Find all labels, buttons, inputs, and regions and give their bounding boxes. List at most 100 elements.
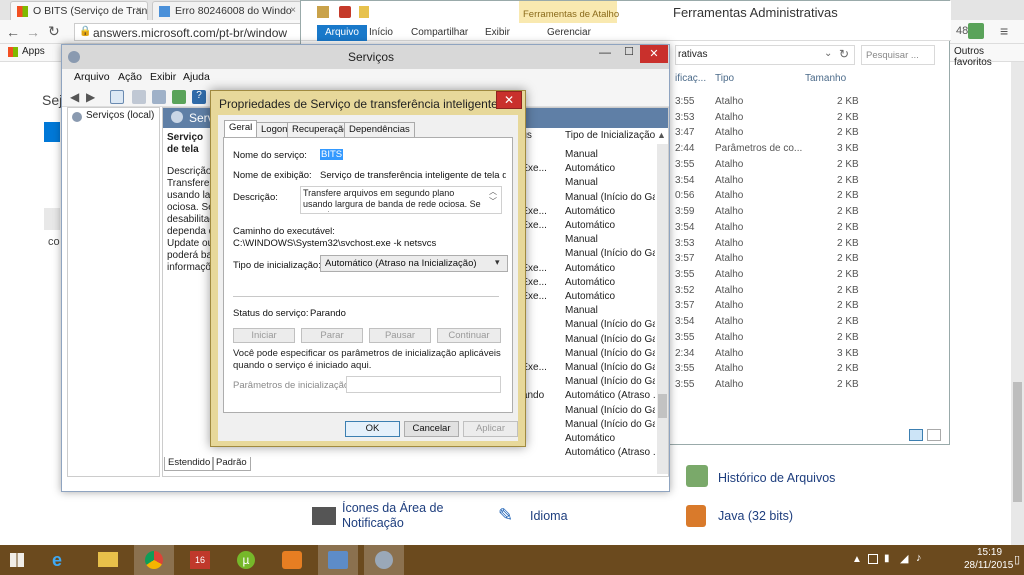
startup-type-select[interactable]: Automático (Atraso na Inicialização) ▾ (320, 255, 508, 272)
forward-arrow-icon[interactable]: → (26, 24, 40, 40)
refresh-icon[interactable] (152, 90, 166, 104)
ribbon-tab-arquivo[interactable]: Arquivo (317, 25, 367, 41)
service-row[interactable]: Manual (513, 304, 655, 318)
file-row[interactable]: 3:55 Atalho 2 KB (675, 158, 951, 174)
cancel-button[interactable]: Cancelar (404, 421, 459, 437)
file-row[interactable]: 3:47 Atalho 2 KB (675, 126, 951, 142)
cp-item-java[interactable]: Java (32 bits) (718, 509, 793, 523)
service-row[interactable]: Manual (Início do Ga... (513, 191, 655, 205)
explorer-search-box[interactable]: Pesquisar ... (861, 45, 935, 65)
tab-estendido[interactable]: Estendido (164, 457, 215, 471)
params-input[interactable] (346, 376, 501, 393)
description-box[interactable]: Transfere arquivos em segundo plano usan… (300, 186, 502, 214)
menu-icon[interactable]: ≡ (1000, 23, 1008, 39)
column-header-startup[interactable]: Tipo de Inicialização (565, 130, 655, 141)
properties-icon[interactable] (132, 90, 146, 104)
service-row[interactable]: Manual (513, 176, 655, 190)
maximize-button[interactable]: ☐ (618, 45, 640, 65)
close-icon[interactable]: × (290, 5, 296, 16)
forward-arrow-icon[interactable]: ▶ (86, 90, 100, 104)
service-row[interactable]: Automático (Atraso ... (513, 446, 655, 460)
file-row[interactable]: 3:57 Atalho 2 KB (675, 252, 951, 268)
file-row[interactable]: 3:57 Atalho 2 KB (675, 299, 951, 315)
column-header-size[interactable]: Tamanho (805, 73, 846, 84)
explorer-address-bar[interactable]: rativas ⌄ ↻ (675, 45, 855, 65)
service-row[interactable]: Manual (Início do Ga... (513, 404, 655, 418)
file-row[interactable]: 3:59 Atalho 2 KB (675, 205, 951, 221)
service-row[interactable]: Manual (Início do Ga... (513, 247, 655, 261)
service-row[interactable]: n Exe...Manual (Início do Ga... (513, 361, 655, 375)
scrollbar-thumb[interactable] (658, 394, 667, 418)
browser-tab-bits[interactable]: O BITS (Serviço de Transfe × (10, 1, 148, 20)
tree-item-services-local[interactable]: Serviços (local) (86, 110, 154, 121)
file-row[interactable]: 3:55 Atalho 2 KB (675, 331, 951, 347)
ribbon-tab-gerenciar[interactable]: Gerenciar (539, 25, 599, 41)
clock-time[interactable]: 15:19 (977, 547, 1002, 558)
taskbar-control-panel[interactable] (318, 545, 358, 575)
service-name-value[interactable]: BITS (320, 149, 344, 160)
file-row[interactable]: 2:34 Atalho 3 KB (675, 347, 951, 363)
notifications-icon[interactable]: ▯ (1014, 553, 1020, 566)
taskbar-app-16[interactable]: 16 (180, 545, 220, 575)
scrollbar-thumb[interactable] (1013, 382, 1022, 502)
menu-exibir[interactable]: Exibir (150, 71, 176, 83)
export-list-icon[interactable] (172, 90, 186, 104)
taskbar-utorrent[interactable]: µ (226, 545, 266, 575)
tiles-view-icon[interactable] (927, 429, 941, 441)
new-folder-icon[interactable] (359, 6, 369, 18)
tray-up-icon[interactable]: ▲ (852, 554, 862, 565)
file-row[interactable]: 3:55 Atalho 2 KB (675, 378, 951, 394)
file-row[interactable]: 3:55 Atalho 2 KB (675, 362, 951, 378)
column-header-modified[interactable]: ificaç... (675, 73, 706, 84)
back-arrow-icon[interactable]: ◀ (70, 90, 84, 104)
start-button[interactable] (0, 545, 40, 575)
cp-item-language[interactable]: Idioma (530, 509, 568, 523)
clock-date[interactable]: 28/11/2015 (964, 560, 1013, 571)
taskbar-services[interactable] (364, 545, 404, 575)
service-row[interactable]: Manual (Início do Ga... (513, 333, 655, 347)
help-icon[interactable]: ? (192, 90, 206, 104)
address-bar[interactable]: 🔒 answers.microsoft.com/pt-br/window (74, 23, 304, 41)
chevron-down-icon[interactable]: ⌄ (824, 48, 832, 59)
file-row[interactable]: 3:52 Atalho 2 KB (675, 284, 951, 300)
file-row[interactable]: 3:54 Atalho 2 KB (675, 174, 951, 190)
service-row[interactable]: Manual (Início do Ga... (513, 347, 655, 361)
close-button[interactable]: ✕ (640, 45, 668, 63)
close-icon[interactable]: × (136, 5, 142, 16)
display-name-value[interactable]: Serviço de transferência inteligente de … (320, 170, 506, 181)
file-row[interactable]: 0:56 Atalho 2 KB (675, 189, 951, 205)
undo-icon[interactable] (44, 208, 60, 230)
column-header-type[interactable]: Tipo (715, 73, 734, 84)
service-row[interactable]: Manual (513, 233, 655, 247)
tray-window-icon[interactable] (868, 554, 878, 564)
service-row[interactable]: Manual (Início do Ga... (513, 375, 655, 389)
browser-tab-erro[interactable]: Erro 80246008 do Windo × (152, 1, 302, 20)
file-row[interactable]: 2:44 Parâmetros de co... 3 KB (675, 142, 951, 158)
tab-padrao[interactable]: Padrão (212, 457, 251, 471)
apps-bookmark[interactable]: Apps (22, 46, 45, 57)
properties-icon[interactable] (339, 6, 351, 18)
minimize-button[interactable]: — (592, 45, 618, 65)
cp-item-notification-icons[interactable]: Ícones da Área de Notificação (342, 501, 452, 531)
volume-icon[interactable]: ♪ (916, 552, 922, 564)
service-row[interactable]: Automático (513, 432, 655, 446)
reload-icon[interactable]: ↻ (48, 23, 60, 40)
service-row[interactable]: Manual (Início do Ga... (513, 418, 655, 432)
extension-badge[interactable]: 48 (956, 25, 968, 37)
cp-item-file-history[interactable]: Histórico de Arquivos (718, 471, 835, 485)
service-row[interactable]: n Exe... Automático (513, 262, 655, 276)
service-row[interactable]: Manual (Início do Ga... (513, 318, 655, 332)
file-row[interactable]: 3:54 Atalho 2 KB (675, 221, 951, 237)
service-row[interactable]: n Exe... Automático (513, 290, 655, 304)
menu-ajuda[interactable]: Ajuda (183, 71, 210, 83)
page-scrollbar[interactable] (1011, 62, 1024, 545)
apply-button[interactable]: Aplicar (463, 421, 518, 437)
file-row[interactable]: 3:53 Atalho 2 KB (675, 111, 951, 127)
refresh-icon[interactable]: ↻ (839, 47, 849, 61)
ribbon-tab-inicio[interactable]: Início (361, 25, 401, 41)
service-row[interactable]: n Exe... Automático (513, 205, 655, 219)
file-row[interactable]: 3:55 Atalho 2 KB (675, 268, 951, 284)
menu-acao[interactable]: Ação (118, 71, 142, 83)
back-arrow-icon[interactable]: ← (6, 24, 20, 40)
start-button[interactable]: Iniciar (233, 328, 295, 343)
